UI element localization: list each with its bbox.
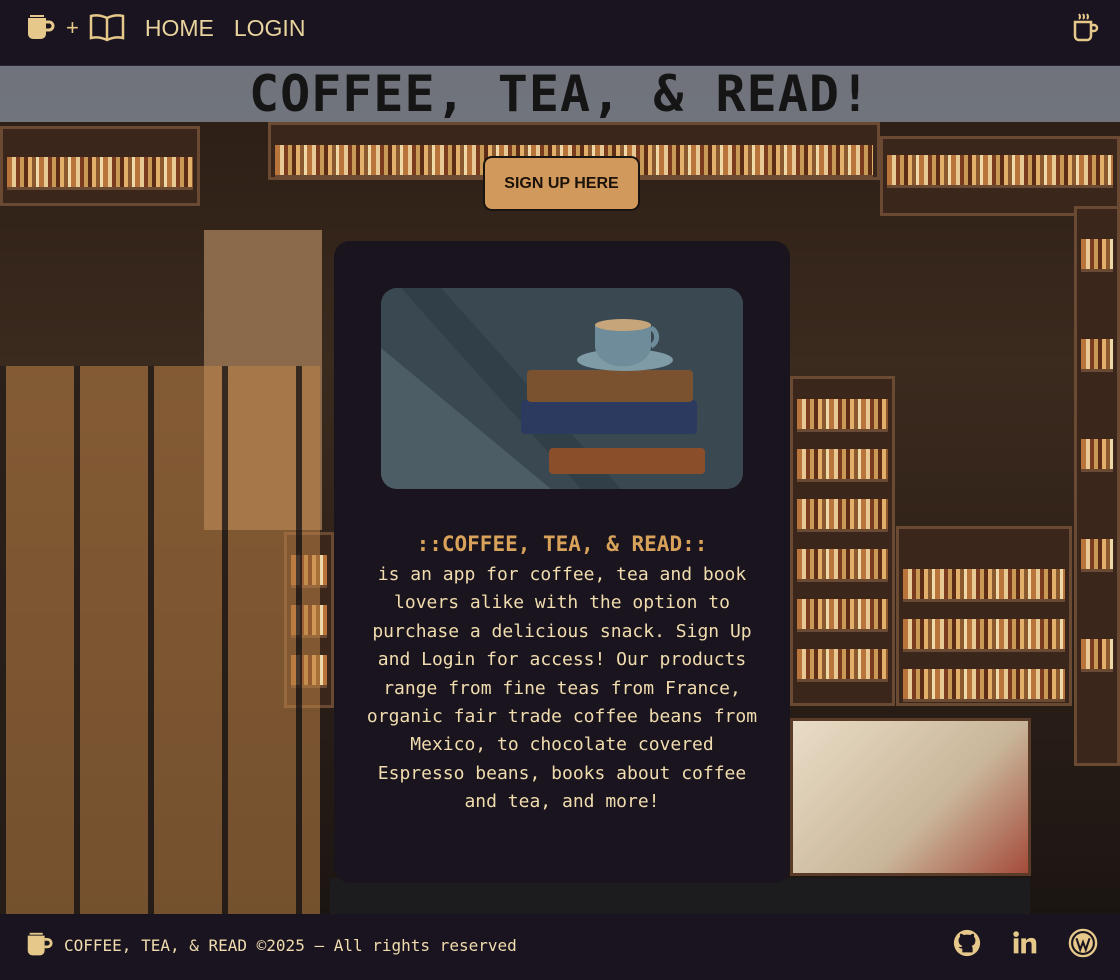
wordpress-icon[interactable] [1068, 928, 1098, 958]
open-book-icon[interactable] [89, 13, 125, 43]
far-right-shelf [896, 526, 1072, 706]
hero-section: COFFEE, TEA, & READ! SIGN UP HERE ::COFF… [0, 66, 1120, 914]
coffee-cup-icon [27, 932, 53, 956]
coffee-books-image [381, 288, 743, 489]
glass-wall [0, 366, 320, 914]
nav-left-group: + HOME LOGIN [24, 10, 305, 46]
hero-title: COFFEE, TEA, & READ! [248, 66, 872, 123]
coffee-cup-icon[interactable] [24, 12, 56, 44]
coffee-mug-icon[interactable] [1072, 12, 1100, 42]
nav-plus: + [66, 15, 79, 40]
right-shelf [790, 376, 895, 706]
left-shelf [0, 126, 200, 206]
nav-login-link[interactable]: LOGIN [234, 15, 306, 42]
footer-copyright: COFFEE, TEA, & READ ©2025 — All rights r… [64, 935, 517, 955]
nav-right-group [1072, 12, 1100, 47]
mural [790, 718, 1031, 876]
top-navbar: + HOME LOGIN [0, 0, 1120, 66]
edge-shelf [1074, 206, 1120, 766]
card-heading: ::COFFEE, TEA, & READ:: [416, 532, 708, 556]
footer-social-icons [952, 928, 1098, 958]
bench [330, 878, 1030, 914]
github-icon[interactable] [952, 928, 982, 958]
footer-left: COFFEE, TEA, & READ ©2025 — All rights r… [24, 929, 517, 961]
info-card: ::COFFEE, TEA, & READ:: is an app for co… [334, 241, 790, 883]
right-upper-shelf [880, 136, 1120, 216]
coffee-books-illustration [381, 288, 743, 489]
footer: COFFEE, TEA, & READ ©2025 — All rights r… [0, 914, 1120, 980]
linkedin-icon[interactable] [1010, 928, 1040, 958]
sign-up-button[interactable]: SIGN UP HERE [483, 156, 640, 211]
card-description: is an app for coffee, tea and book lover… [366, 564, 758, 813]
nav-home-link[interactable]: HOME [145, 15, 214, 42]
